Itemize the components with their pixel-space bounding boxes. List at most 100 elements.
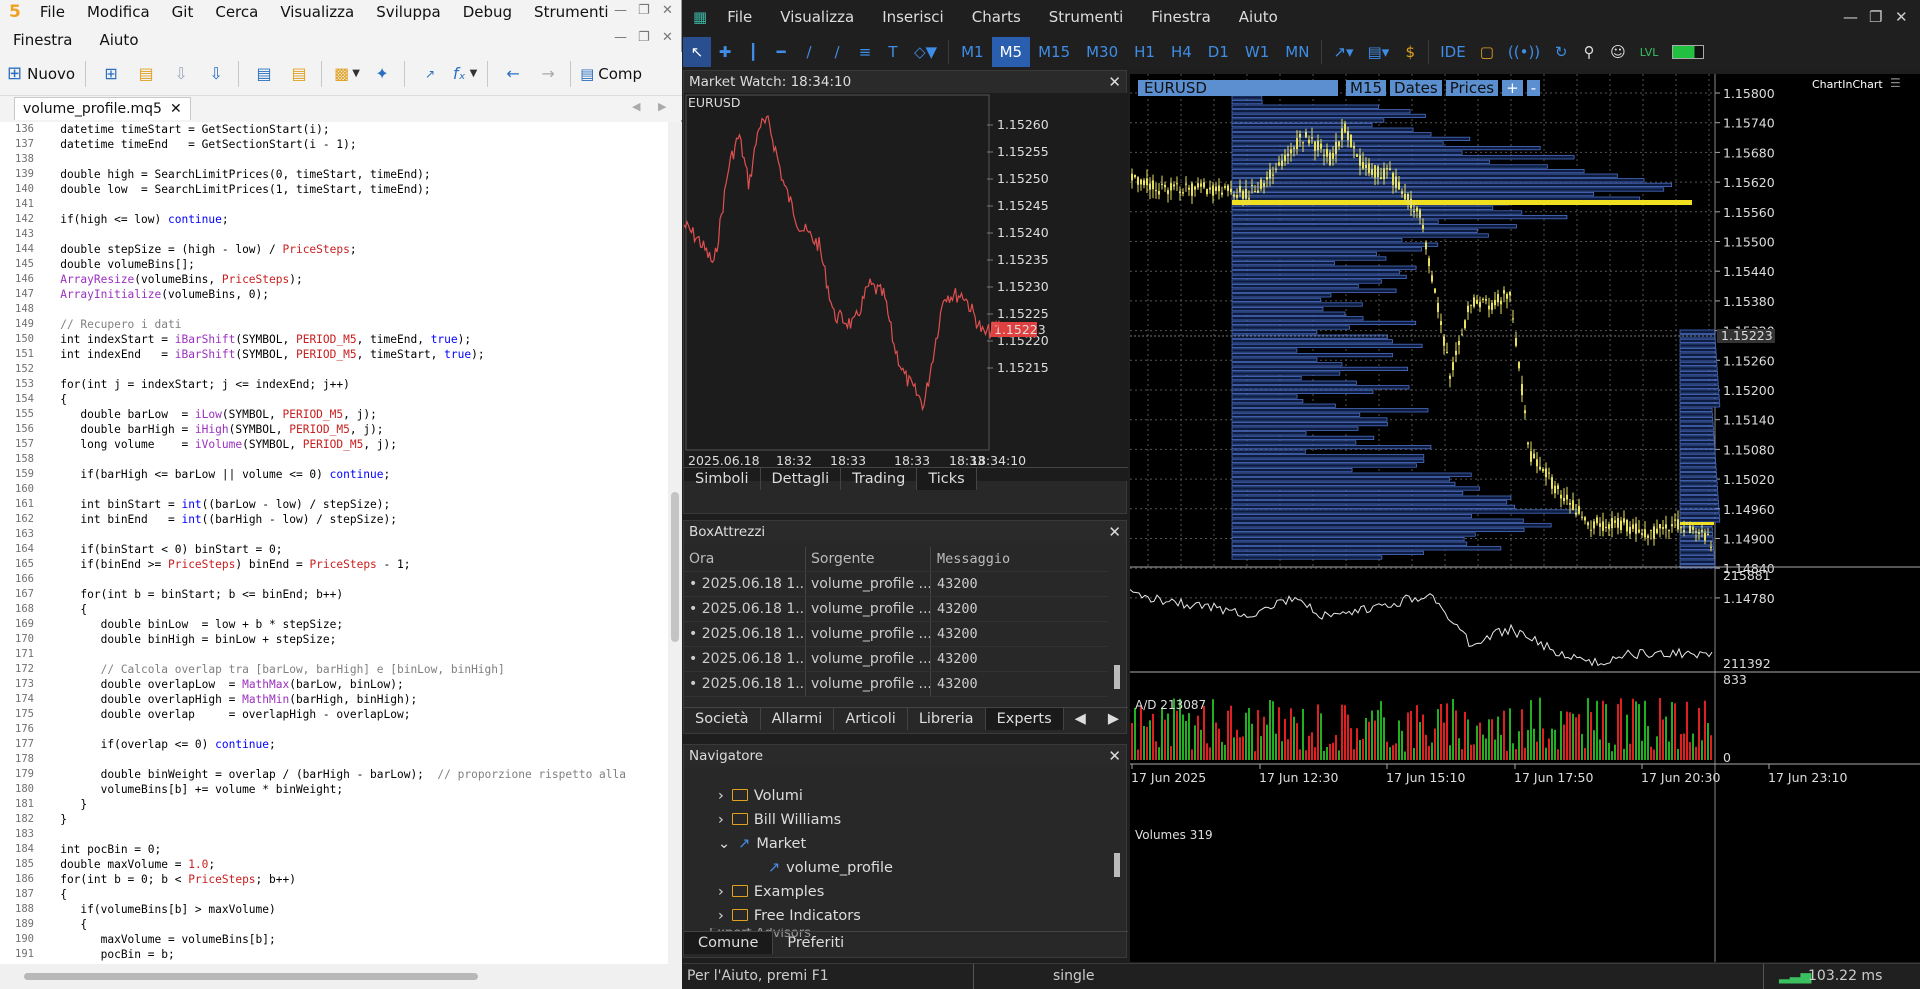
ide-button[interactable]: IDE [1433,37,1472,67]
col-messaggio[interactable]: Messaggio [931,547,1010,571]
algo-level-button[interactable]: LVL [1633,37,1666,67]
mt-menu-aiuto[interactable]: Aiuto [1225,8,1292,26]
code-line[interactable]: 140 double low = SearchLimitPrices(1, ti… [0,182,668,197]
menu-finestra[interactable]: Finestra [2,28,84,52]
chart-type-button[interactable]: ↗▾ [1326,37,1360,67]
tf-m5[interactable]: M5 [991,37,1031,67]
code-line[interactable]: 151 int indexEnd = iBarShift(SYMBOL, PER… [0,347,668,362]
code-line[interactable]: 183 [0,827,668,842]
code-line[interactable]: 166 [0,572,668,587]
tree-item-market[interactable]: ⌄ ↗ Market [684,832,1104,856]
code-line[interactable]: 142 if(high <= low) continue; [0,212,668,227]
menu-visualizza[interactable]: Visualizza [269,0,365,24]
code-line[interactable]: 186 for(int b = 0; b < PriceSteps; b++) [0,872,668,887]
mt-menu-visualizza[interactable]: Visualizza [766,8,868,26]
mt-restore-icon[interactable]: ❐ [1869,8,1882,26]
new-project-button[interactable]: ⊞ [95,59,127,89]
code-line[interactable]: 181 } [0,797,668,812]
indicators-button[interactable]: ▤▾ [1361,37,1397,67]
code-line[interactable]: 158 [0,452,668,467]
toolbox-toggle-button[interactable]: ▤ [283,59,315,89]
navigator-scroll-thumb[interactable] [1114,853,1120,877]
file-tab-volume-profile[interactable]: volume_profile.mq5 ✕ [14,97,191,120]
code-line[interactable]: 138 [0,152,668,167]
tab-simboli[interactable]: Simboli [684,468,761,490]
vps-button[interactable]: ↻ [1547,37,1575,67]
new-button[interactable]: ⊞ Nuovo [3,59,79,89]
tf-m15[interactable]: M15 [1030,37,1078,67]
journal-row[interactable]: • 2025.06.18 1... volume_profile ... 43200 [684,647,1108,672]
mt-menu-finestra[interactable]: Finestra [1137,8,1225,26]
menu-file[interactable]: File [29,0,76,24]
channel-tool[interactable]: ∕ [823,37,851,67]
search-button[interactable]: ⚲ [1575,37,1603,67]
tab-experts[interactable]: Experts [985,708,1064,730]
close-icon[interactable]: ✕ [1108,523,1121,541]
eurusd-chart-window[interactable]: 1.15800 1.15740 1.15680 1.15620 1.15560 1.155… [1129,74,1920,962]
journal-row[interactable]: • 2025.06.18 1... volume_profile ... 43200 [684,622,1108,647]
col-ora[interactable]: Ora [684,547,806,571]
mt-menu-charts[interactable]: Charts [958,8,1035,26]
code-line[interactable]: 145 double volumeBins[]; [0,257,668,272]
minimize-icon[interactable]: — [614,3,627,18]
scroll-thumb[interactable] [671,492,679,642]
mt-close-icon[interactable]: ✕ [1895,8,1908,26]
tab-dettagli[interactable]: Dettagli [761,468,842,490]
prices-button[interactable]: Prices [1445,80,1499,96]
close-icon[interactable]: ✕ [662,3,673,18]
zoom-out-button[interactable]: - [1526,80,1541,96]
ai-assistant-button[interactable]: ✦ [366,59,398,89]
tab-trading[interactable]: Trading [841,468,918,490]
vertical-line-tool[interactable]: ┃ [739,37,767,67]
mt-menu-strumenti[interactable]: Strumenti [1035,8,1137,26]
tab-comune[interactable]: Comune [684,932,774,954]
insert-function-button[interactable]: fₓ ▼ [449,59,481,89]
tab-libreria[interactable]: Libreria [908,708,986,730]
code-line[interactable]: 177 if(overlap <= 0) continue; [0,737,668,752]
tree-item-bill-williams[interactable]: › Bill Williams [684,808,1104,832]
tree-item-volumi[interactable]: › Volumi [684,784,1104,808]
code-line[interactable]: 179 double binWeight = overlap / (barHig… [0,767,668,782]
code-line[interactable]: 157 long volume = iVolume(SYMBOL, PERIOD… [0,437,668,452]
code-horizontal-scrollbar[interactable] [0,964,682,989]
code-line[interactable]: 190 maxVolume = volumeBins[b]; [0,932,668,947]
tf-m1[interactable]: M1 [953,37,992,67]
close-icon[interactable]: ✕ [1108,747,1121,765]
tab-societa[interactable]: Società [684,708,761,730]
code-line[interactable]: 164 if(binStart < 0) binStart = 0; [0,542,668,557]
code-line[interactable]: 180 volumeBins[b] += volume * binWeight; [0,782,668,797]
code-vertical-scrollbar[interactable] [668,122,682,964]
tf-h1[interactable]: H1 [1126,37,1163,67]
autotrading-toggle[interactable] [1665,37,1711,67]
code-line[interactable]: 141 [0,197,668,212]
cursor-tool[interactable]: ↖ [683,37,711,67]
code-line[interactable]: 187 { [0,887,668,902]
code-line[interactable]: 171 [0,647,668,662]
code-line[interactable]: 173 double overlapLow = MathMax(barLow, … [0,677,668,692]
tabs-scroll-left-icon[interactable]: ◀ [632,100,640,113]
mt-menu-file[interactable]: File [713,8,766,26]
scroll-thumb[interactable] [24,973,478,980]
code-line[interactable]: 178 [0,752,668,767]
tab-ticks[interactable]: Ticks [917,468,977,490]
fibonacci-tool[interactable]: ≡ [851,37,879,67]
tree-item-volume-profile[interactable]: ↗ volume_profile [684,856,1104,880]
tree-item-examples[interactable]: › Examples [684,880,1104,904]
code-line[interactable]: 146 ArrayResize(volumeBins, PriceSteps); [0,272,668,287]
tab-preferiti[interactable]: Preferiti [773,932,858,954]
journal-row[interactable]: • 2025.06.18 1... volume_profile ... 43200 [684,572,1108,597]
tf-w1[interactable]: W1 [1237,37,1277,67]
code-line[interactable]: 189 { [0,917,668,932]
trendline-tool[interactable]: ∕ [795,37,823,67]
tick-chart[interactable]: EURUSD 1.15260 1.15255 1.15250 1.15245 1.1524… [684,93,1128,481]
code-editor[interactable]: 136 datetime timeStart = GetSectionStart… [0,122,668,964]
close-tab-icon[interactable]: ✕ [170,101,182,117]
navigator-toggle-button[interactable]: ▤ [248,59,280,89]
col-sorgente[interactable]: Sorgente [806,547,931,571]
code-line[interactable]: 148 [0,302,668,317]
trade-button[interactable]: $ [1396,37,1424,67]
code-line[interactable]: 160 [0,482,668,497]
insert-variable-button[interactable]: ↗ [414,59,446,89]
code-line[interactable]: 184 int pocBin = 0; [0,842,668,857]
menu-aiuto[interactable]: Aiuto [84,28,150,52]
